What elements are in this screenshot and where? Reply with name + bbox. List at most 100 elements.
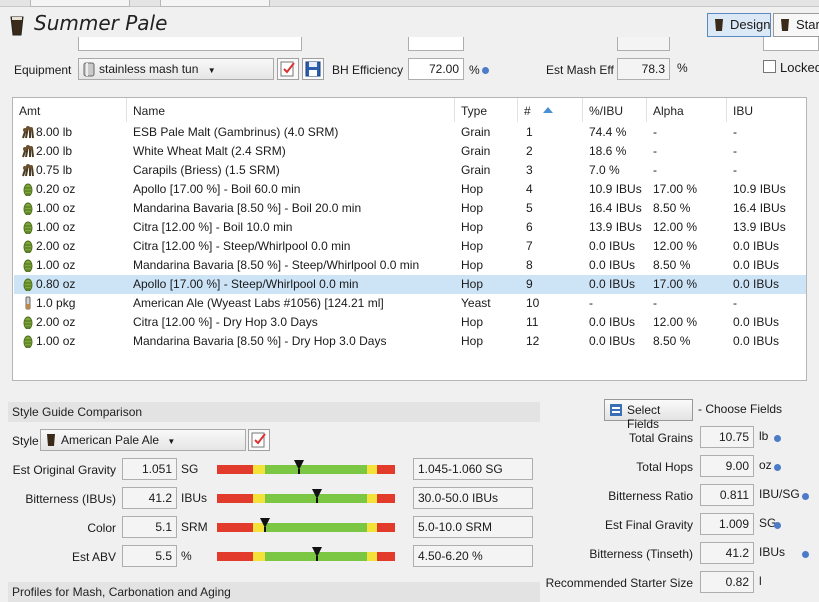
style-range-bar-segment: [366, 494, 378, 503]
style-metric-value: 5.5: [122, 545, 177, 567]
stat-info-dot[interactable]: [802, 493, 809, 500]
stat-unit: IBUs: [759, 545, 786, 559]
cell-ibu: 10.9 IBUs: [733, 182, 786, 196]
cell-amt: 0.80 oz: [36, 277, 76, 291]
hop-icon: [21, 239, 35, 254]
cell-name: Mandarina Bavaria [8.50 %] - Boil 20.0 m…: [133, 201, 362, 215]
bh-efficiency-label: BH Efficiency: [332, 63, 404, 77]
cell-amt: 2.00 lb: [36, 144, 73, 158]
stat-info-dot[interactable]: [802, 551, 809, 558]
document-tab[interactable]: [30, 0, 130, 7]
column-header-ibu[interactable]: IBU: [727, 98, 806, 122]
column-header-number[interactable]: #: [518, 98, 583, 122]
yeast-icon: [21, 296, 35, 310]
style-metric-value: 41.2: [122, 487, 177, 509]
table-row[interactable]: 2.00 oz Citra [12.00 %] - Steep/Whirlpool…: [14, 237, 806, 256]
table-row[interactable]: 0.80 oz Apollo [17.00 %] - Steep/Whirlpoo…: [14, 275, 806, 294]
cell-type: Hop: [461, 239, 484, 253]
style-range-bar-segment: [265, 465, 367, 474]
cell-ibu: -: [733, 163, 737, 177]
table-row[interactable]: 1.0 pkg American Ale (Wyeast Labs #1056) …: [14, 294, 806, 313]
ingredients-table: Amt Name Type # %/IBU Alpha IBU 8.00 lb E…: [12, 97, 807, 381]
table-row[interactable]: 0.75 lb Carapils (Briess) (1.5 SRM) Grain 3…: [14, 161, 806, 180]
cell-ibu: 0.0 IBUs: [733, 258, 780, 272]
equipment-select[interactable]: stainless mash tun ▼: [78, 58, 274, 80]
bh-efficiency-unit: %: [469, 63, 480, 77]
cell-amt: 1.00 oz: [36, 220, 76, 234]
bh-efficiency-input[interactable]: 72.00: [408, 58, 464, 80]
cell-name: ESB Pale Malt (Gambrinus) (4.0 SRM): [133, 125, 339, 139]
table-row[interactable]: 2.00 lb White Wheat Malt (2.4 SRM) Grain 2 1…: [14, 142, 806, 161]
cell-ibu: -: [733, 296, 737, 310]
grain-icon: [21, 144, 35, 158]
locked-checkbox[interactable]: [763, 60, 776, 73]
edit-checklist-icon: [280, 61, 295, 77]
column-header-amt[interactable]: Amt: [13, 98, 127, 122]
cell-ibu: 0.0 IBUs: [733, 315, 780, 329]
table-row[interactable]: 1.00 oz Mandarina Bavaria [8.50 %] - Stee…: [14, 256, 806, 275]
cell-amt: 2.00 oz: [36, 315, 76, 329]
select-fields-button[interactable]: Select Fields: [604, 399, 693, 431]
table-row[interactable]: 8.00 lb ESB Pale Malt (Gambrinus) (4.0 SR…: [14, 123, 806, 142]
table-row[interactable]: 0.20 oz Apollo [17.00 %] - Boil 60.0 min H…: [14, 180, 806, 199]
cell-type: Hop: [461, 277, 484, 291]
style-select[interactable]: American Pale Ale ▼: [40, 429, 246, 451]
cell-pct: 7.0 %: [589, 163, 620, 177]
edit-equipment-button[interactable]: [277, 58, 299, 80]
cell-amt: 2.00 oz: [36, 239, 76, 253]
style-range-bar-segment: [377, 465, 395, 474]
cell-alpha: -: [653, 163, 657, 177]
cell-name: Citra [12.00 %] - Steep/Whirlpool 0.0 mi…: [133, 239, 351, 253]
boil-field-cut: [617, 37, 670, 51]
cell-pct: -: [589, 296, 593, 310]
style-range-bar-segment: [377, 552, 395, 561]
stat-info-dot[interactable]: [774, 435, 781, 442]
cell-amt: 1.00 oz: [36, 201, 76, 215]
style-metric-value: 5.1: [122, 516, 177, 538]
cell-type: Hop: [461, 315, 484, 329]
cell-alpha: -: [653, 296, 657, 310]
document-tab[interactable]: [160, 0, 270, 7]
cell-ibu: 13.9 IBUs: [733, 220, 786, 234]
stat-label: Est Final Gravity: [604, 518, 693, 532]
stat-unit: lb: [759, 429, 769, 443]
edit-checklist-icon: [251, 432, 266, 448]
cell-num: 5: [526, 201, 533, 215]
cell-num: 11: [526, 315, 539, 329]
cell-pct: 0.0 IBUs: [589, 334, 636, 348]
stat-info-dot[interactable]: [774, 464, 781, 471]
table-row[interactable]: 1.00 oz Mandarina Bavaria [8.50 %] - Dry …: [14, 332, 806, 351]
recipe-field-cut[interactable]: [78, 37, 302, 51]
table-row[interactable]: 1.00 oz Citra [12.00 %] - Boil 10.0 min Ho…: [14, 218, 806, 237]
cell-ibu: 16.4 IBUs: [733, 201, 786, 215]
cell-type: Hop: [461, 201, 484, 215]
column-header-type[interactable]: Type: [455, 98, 518, 122]
stat-info-dot[interactable]: [774, 522, 781, 529]
cell-alpha: 12.00 %: [653, 239, 698, 253]
cell-name: Apollo [17.00 %] - Steep/Whirlpool 0.0 m…: [133, 277, 359, 291]
bh-efficiency-info-dot[interactable]: [482, 67, 489, 74]
grain-icon: [21, 163, 35, 177]
cell-name: Mandarina Bavaria [8.50 %] - Steep/Whirl…: [133, 258, 420, 272]
stat-label: Recommended Starter Size: [545, 576, 693, 590]
design-mode-label: Design: [730, 17, 771, 32]
edit-style-button[interactable]: [248, 429, 270, 451]
chevron-down-icon: ▼: [167, 437, 176, 446]
design-mode-button[interactable]: Design: [707, 13, 771, 37]
grain-icon: [21, 125, 35, 139]
cell-name: White Wheat Malt (2.4 SRM): [133, 144, 286, 158]
style-range-bar-segment: [366, 465, 378, 474]
style-range-bar-segment: [217, 494, 253, 503]
top-right-field-cut[interactable]: [763, 37, 819, 51]
save-equipment-button[interactable]: [302, 58, 324, 80]
table-row[interactable]: 2.00 oz Citra [12.00 %] - Dry Hop 3.0 Day…: [14, 313, 806, 332]
batch-size-field-cut[interactable]: [408, 37, 464, 51]
stat-unit: l: [759, 574, 762, 588]
table-row[interactable]: 1.00 oz Mandarina Bavaria [8.50 %] - Boil…: [14, 199, 806, 218]
style-range-text: 30.0-50.0 IBUs: [413, 487, 533, 509]
start-mode-button[interactable]: Start: [773, 13, 819, 37]
column-header-name[interactable]: Name: [127, 98, 455, 122]
column-header-alpha[interactable]: Alpha: [647, 98, 727, 122]
column-header-pct-ibu[interactable]: %/IBU: [583, 98, 647, 122]
profiles-heading: Profiles for Mash, Carbonation and Aging: [8, 582, 540, 602]
